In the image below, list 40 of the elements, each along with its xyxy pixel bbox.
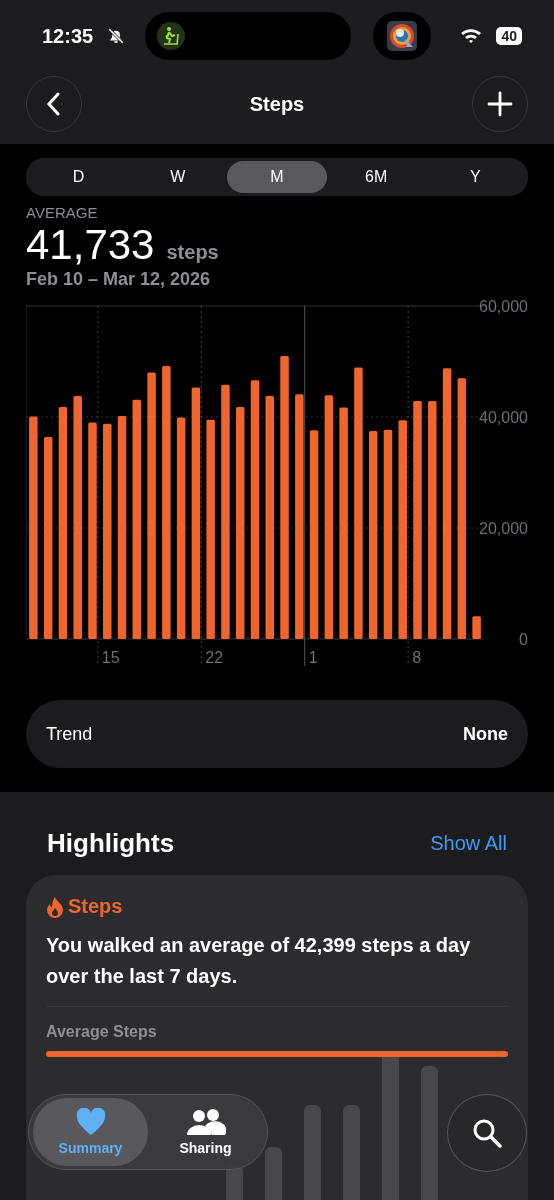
category-label: Steps xyxy=(68,895,123,918)
axis-label: 60,000 xyxy=(479,298,528,315)
range-tab[interactable]: W xyxy=(128,161,228,193)
axis-label: 1 xyxy=(308,649,318,666)
back-button[interactable] xyxy=(26,76,82,132)
trend-row[interactable]: Trend None xyxy=(26,700,528,768)
highlight-text: You walked an average of 42,399 steps a day over the last 7 days. xyxy=(46,933,472,989)
wifi-icon xyxy=(460,28,483,44)
heart-icon xyxy=(75,1108,106,1136)
search-icon xyxy=(471,1117,503,1149)
tab[interactable]: Sharing xyxy=(148,1098,263,1166)
bar xyxy=(472,616,481,639)
range-tab[interactable]: M xyxy=(227,161,327,193)
axis-label: 0 xyxy=(519,631,528,648)
show-all-link[interactable]: Show All xyxy=(430,832,507,855)
average-value: 41,733 xyxy=(26,221,155,269)
section-title: Highlights xyxy=(47,828,175,859)
axis-label: 40,000 xyxy=(479,409,528,426)
range-tab[interactable]: 6M xyxy=(326,161,426,193)
metric-label: Average Steps xyxy=(46,1023,157,1040)
date-range: Feb 10 – Mar 12, 2026 xyxy=(26,269,212,290)
trend-value: None xyxy=(463,723,508,745)
people-icon xyxy=(185,1108,226,1136)
plus-icon xyxy=(487,91,513,117)
status-time: 12:35 xyxy=(42,24,94,48)
treadmill-walker-icon xyxy=(157,22,186,50)
axis-label: 15 xyxy=(101,649,120,666)
add-button[interactable] xyxy=(472,76,528,132)
axis-label: 22 xyxy=(205,649,224,666)
bell-slash-icon xyxy=(107,27,126,45)
flame-icon xyxy=(46,895,64,918)
range-tab[interactable]: Y xyxy=(425,161,525,193)
unit-label: steps xyxy=(166,241,219,264)
range-tab[interactable]: D xyxy=(29,161,129,193)
axis-label: 20,000 xyxy=(479,520,528,537)
page-title: Steps xyxy=(249,92,305,116)
battery-indicator: 40 xyxy=(496,27,522,45)
average-label: AVERAGE xyxy=(26,204,99,221)
axis-label: 8 xyxy=(412,649,422,666)
trend-label: Trend xyxy=(46,723,93,745)
